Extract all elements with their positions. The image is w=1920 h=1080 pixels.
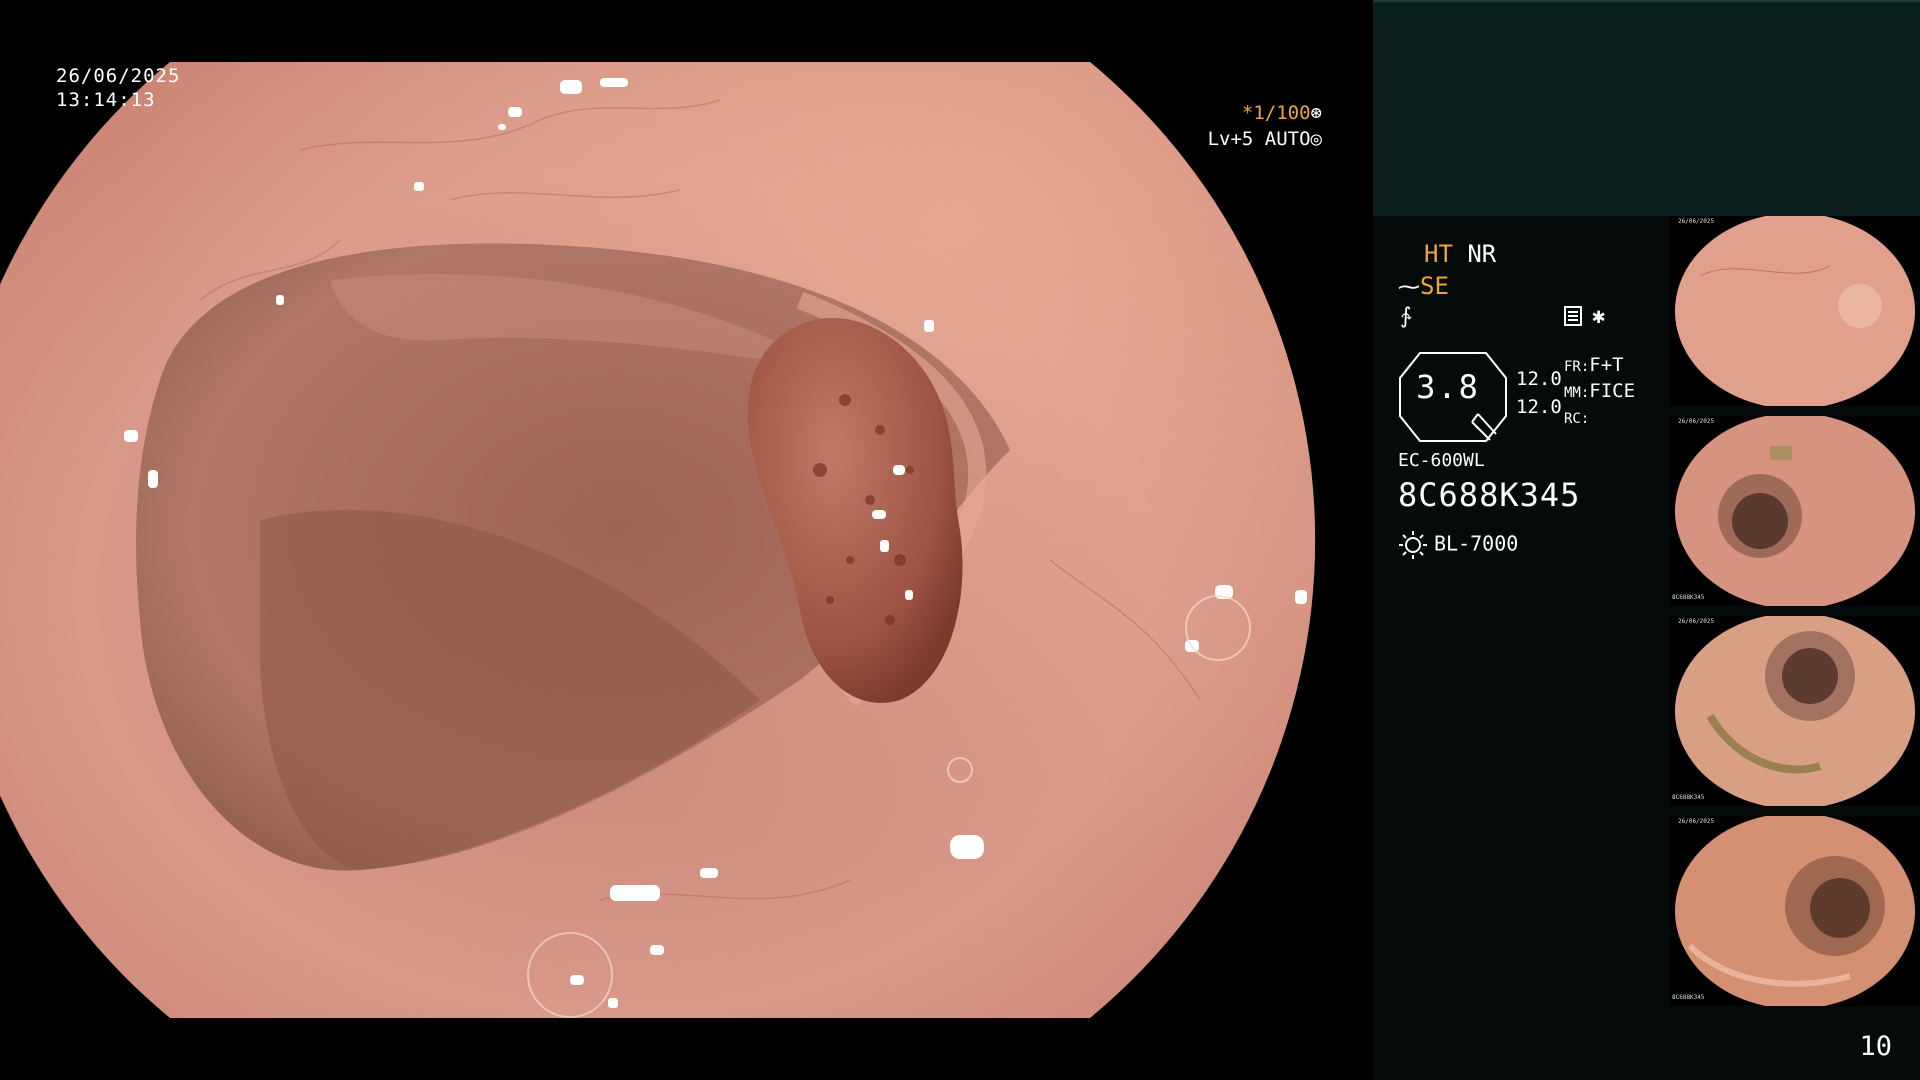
time-text: 13:14:13 (56, 89, 156, 111)
fr-row: FR:F+T (1564, 354, 1624, 376)
date-text: 26/06/2025 (56, 65, 181, 87)
rc-row: RC: (1564, 406, 1589, 428)
light-source-label: BL-7000 (1434, 531, 1519, 556)
mm-row: MM:FICE (1564, 380, 1635, 402)
panel-header-area (1373, 0, 1920, 216)
memo-icon (1564, 306, 1582, 326)
thumbnail-image-3 (1675, 616, 1915, 806)
scope-model: EC-600WL (1398, 450, 1485, 471)
shutter-icon: ⊛ (1310, 102, 1322, 124)
shutter-speed-text: *1/100 (1241, 102, 1311, 124)
rc-label: RC: (1564, 411, 1590, 427)
exposure-overlay: *1/100⊛ Lv+5 AUTO◎ (1208, 100, 1322, 152)
color-function-icon: ∱ (1400, 304, 1412, 329)
thumbnail-4[interactable]: 26/06/2025 8C688K345 (1670, 816, 1920, 1006)
thumbnail-2-serial: 8C688K345 (1672, 594, 1705, 601)
thumbnail-3-date: 26/06/2025 (1678, 618, 1715, 625)
thumbnail-4-date: 26/06/2025 (1678, 818, 1715, 825)
fr-value: F+T (1589, 354, 1624, 376)
nr-label: NR (1467, 240, 1497, 268)
ht-nr-row: HT NR (1424, 240, 1496, 268)
thumbnail-image-4 (1675, 816, 1915, 1006)
thumbnail-1-date: 26/06/2025 (1678, 218, 1715, 225)
zoom-value: 3.8 (1416, 368, 1480, 406)
thumbnail-image-2 (1675, 416, 1915, 606)
mm-label: MM: (1564, 385, 1590, 401)
date-time-overlay: 26/06/2025 13:14:13 (56, 64, 180, 112)
light-source-row: BL-7000 (1398, 530, 1518, 560)
mm-value: FICE (1589, 380, 1636, 402)
iris-icon: ◎ (1310, 128, 1322, 150)
settings-info: HT NR ⁓SE ∱ ✱ 3.8 12.0 12.0 FR:F+T MM:FI… (1398, 240, 1658, 580)
iris-level-text: Lv+5 AUTO (1207, 128, 1311, 150)
colon-lumen-image (0, 62, 1316, 1018)
thumbnail-2[interactable]: 26/06/2025 8C688K345 (1670, 416, 1920, 606)
thumbnail-1[interactable]: 26/06/2025 (1670, 216, 1920, 406)
se-row: ⁓SE (1398, 272, 1449, 300)
sun-icon (1399, 531, 1427, 559)
ht-label: HT (1424, 240, 1453, 268)
value-2: 12.0 (1516, 396, 1562, 418)
star-icon: ✱ (1592, 304, 1606, 329)
structure-enhance-icon: ⁓ (1398, 275, 1420, 300)
zoom-indicator: 3.8 (1398, 350, 1510, 444)
se-label: SE (1420, 272, 1449, 300)
thumbnail-4-serial: 8C688K345 (1672, 994, 1705, 1001)
thumbnail-3-serial: 8C688K345 (1672, 794, 1705, 801)
endoscopic-image: 26/06/2025 13:14:13 *1/100⊛ Lv+5 AUTO◎ (0, 0, 1372, 1080)
fr-label: FR: (1564, 359, 1590, 375)
info-panel: HT NR ⁓SE ∱ ✱ 3.8 12.0 12.0 FR:F+T MM:FI… (1373, 0, 1920, 1080)
thumbnail-2-date: 26/06/2025 (1678, 418, 1715, 425)
value-1: 12.0 (1516, 368, 1562, 390)
thumbnail-3[interactable]: 26/06/2025 8C688K345 (1670, 616, 1920, 806)
thumbnail-image-1 (1675, 216, 1915, 406)
scope-serial: 8C688K345 (1398, 476, 1581, 514)
page-number: 10 (1859, 1031, 1892, 1062)
